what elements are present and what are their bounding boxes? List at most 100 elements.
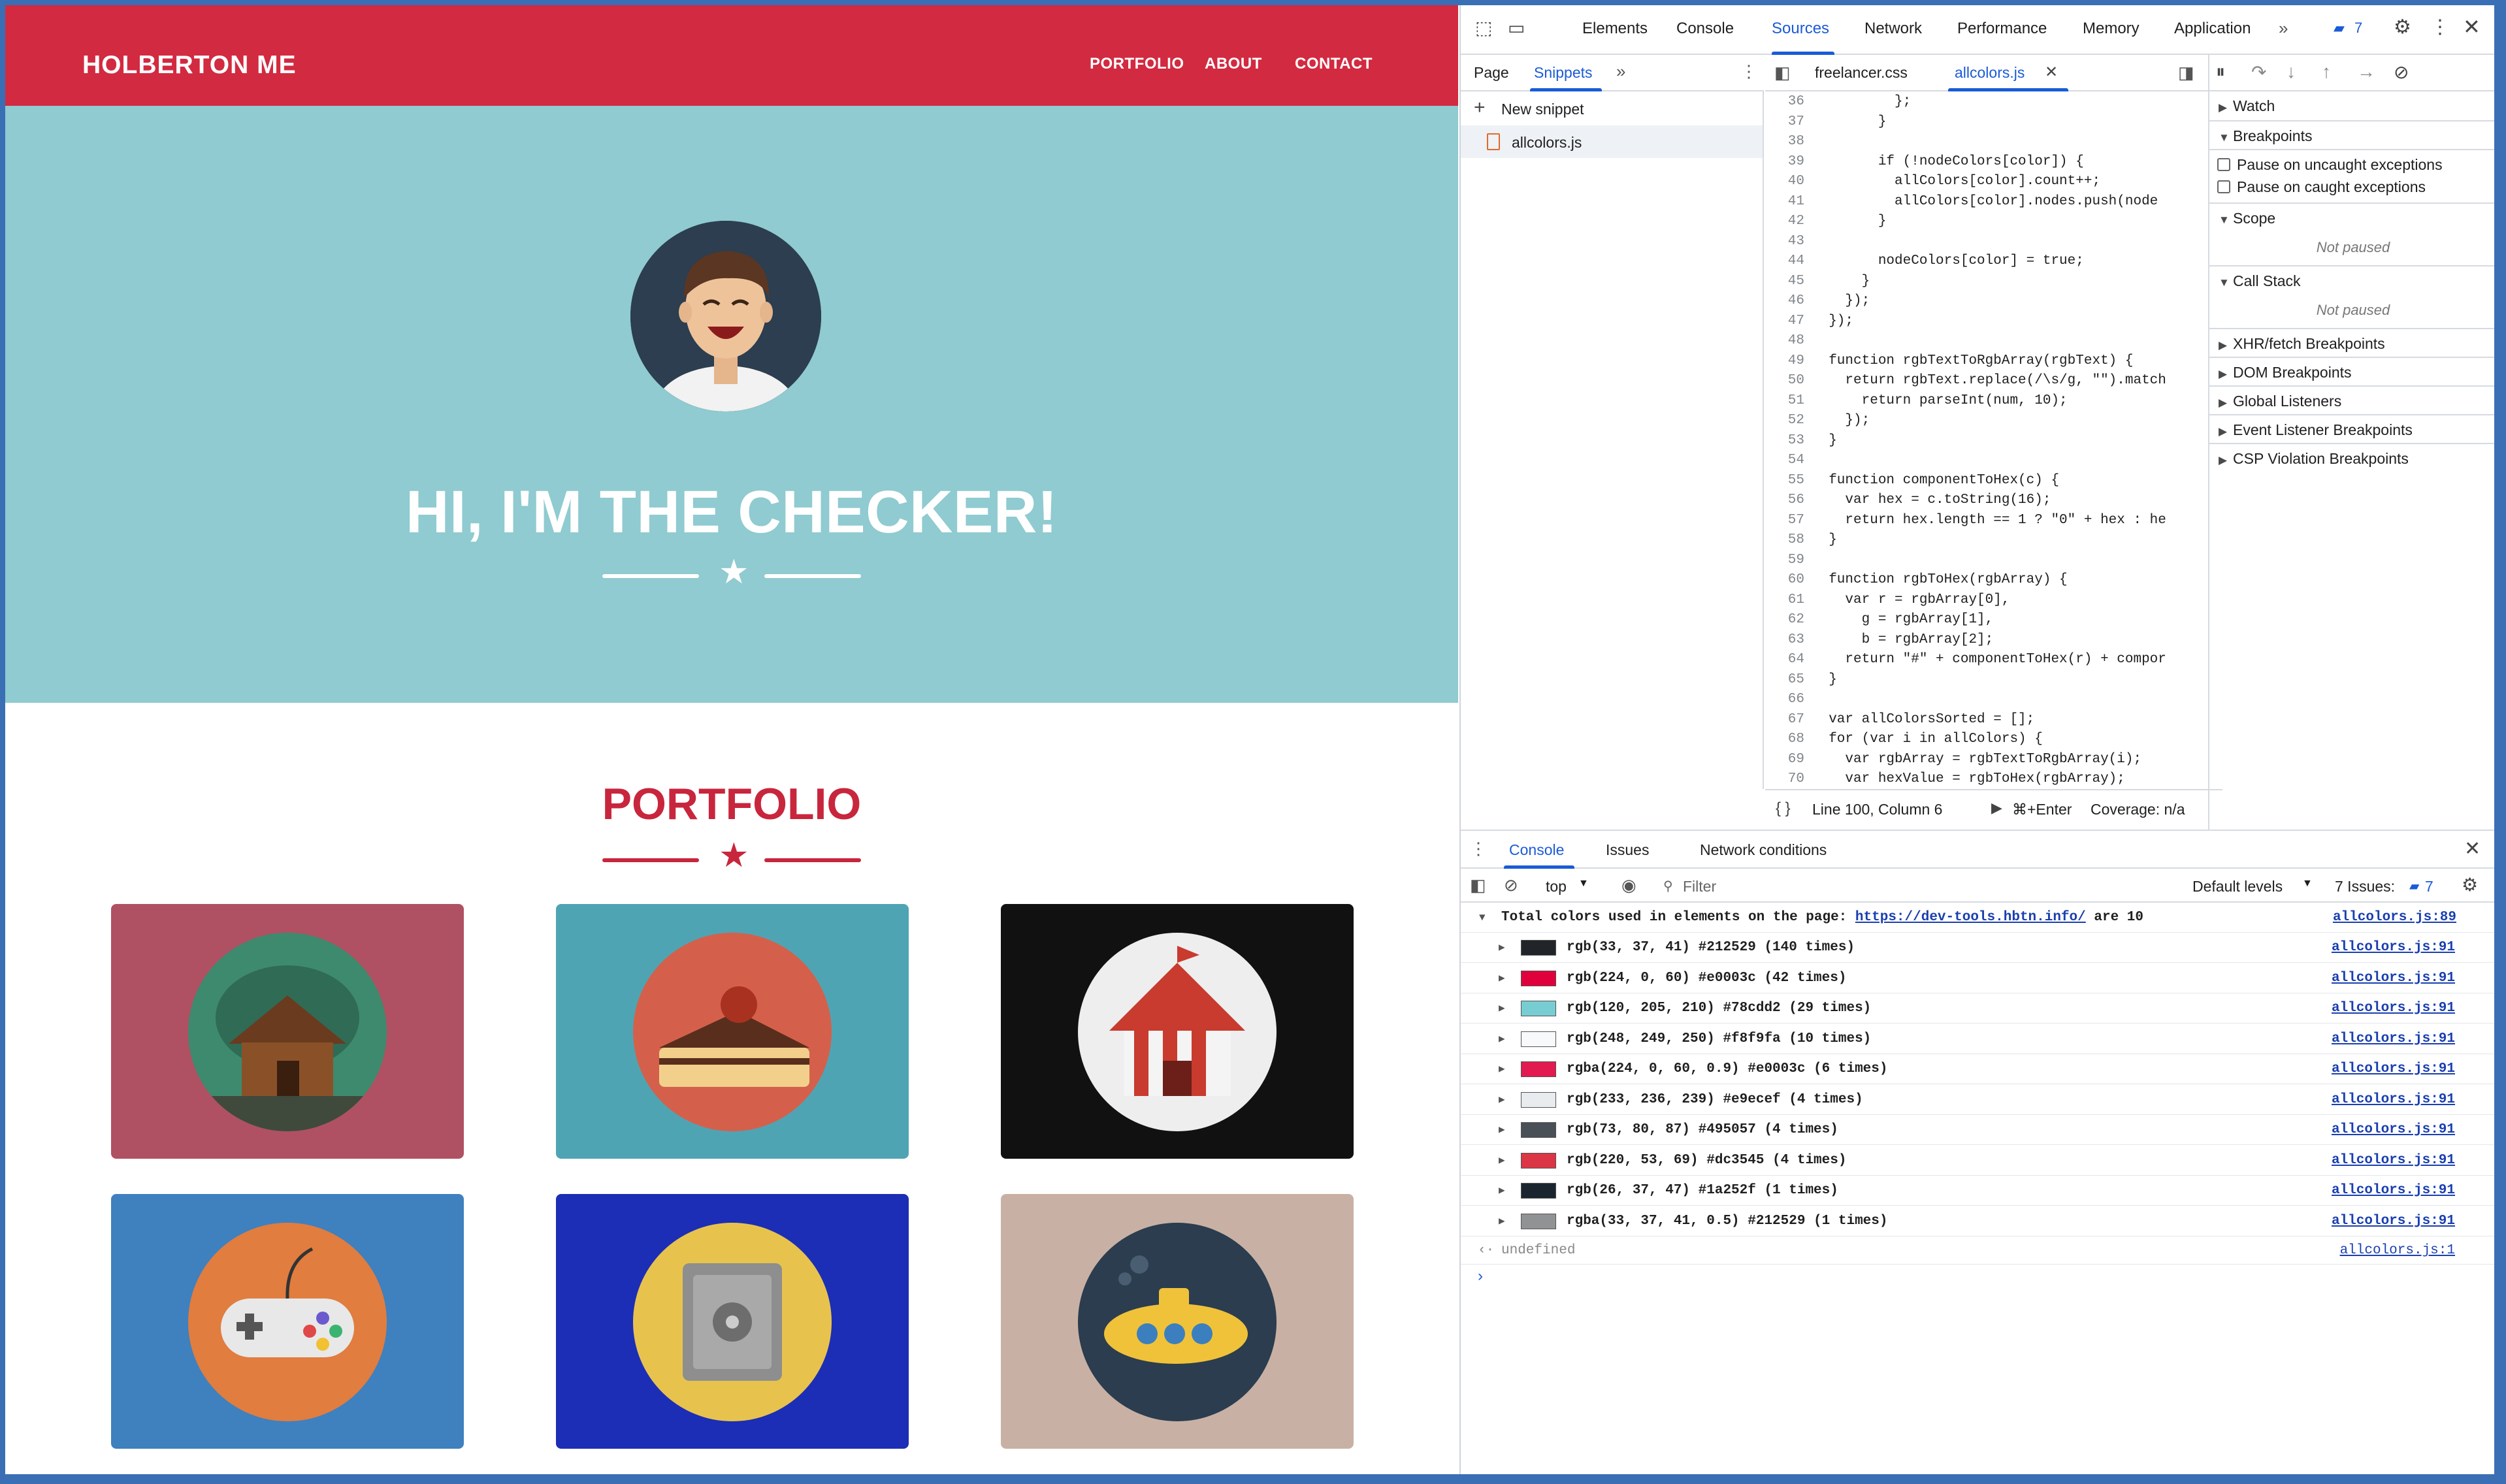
nav-about[interactable]: ABOUT [1205, 55, 1262, 73]
drawer-menu-icon[interactable]: ⋮ [1470, 839, 1487, 859]
line-number[interactable]: 36 [1765, 91, 1812, 112]
tab-network[interactable]: Network [1864, 20, 1922, 38]
portfolio-card-safe[interactable] [556, 1194, 909, 1449]
line-number[interactable]: 66 [1765, 689, 1812, 709]
issues-count-label[interactable]: 7 Issues: [2335, 878, 2395, 895]
pause-caught-option[interactable]: Pause on caught exceptions [2209, 172, 2494, 201]
code-line[interactable]: 68 for (var i in allColors) { [1765, 729, 2043, 749]
code-line[interactable]: 63 b = rgbArray[2]; [1765, 630, 1993, 650]
source-link[interactable]: allcolors.js:1 [2340, 1237, 2455, 1265]
console-color-row[interactable]: ▶ rgb(224, 0, 60) #e0003c (42 times) allco… [1461, 963, 2494, 993]
issues-icon[interactable]: ▰ [2334, 20, 2345, 37]
filter-input[interactable]: Filter [1683, 878, 1716, 895]
tab-application[interactable]: Application [2174, 20, 2251, 38]
drawer-tab-network-conditions[interactable]: Network conditions [1700, 841, 1827, 859]
code-line[interactable]: 56 var hex = c.toString(16); [1765, 490, 2051, 510]
expanded-triangle-icon[interactable]: ▼ [1479, 903, 1486, 933]
source-link[interactable]: allcolors.js:91 [2332, 1085, 2455, 1115]
step-out-icon[interactable]: ↑ [2322, 61, 2331, 82]
line-number[interactable]: 60 [1765, 570, 1812, 590]
issues-count[interactable]: 7 [2425, 878, 2433, 895]
collapsed-triangle-icon[interactable]: ▶ [1499, 1146, 1505, 1176]
code-line[interactable]: 57 return hex.length == 1 ? "0" + hex : … [1765, 510, 2166, 530]
nav-menu-icon[interactable]: ⋮ [1740, 61, 1757, 82]
collapsed-triangle-icon[interactable]: ▶ [1499, 1206, 1505, 1236]
code-line[interactable]: 44 nodeColors[color] = true; [1765, 251, 2084, 271]
code-line[interactable]: 58 } [1765, 530, 1837, 550]
new-snippet-button[interactable]: + New snippet [1461, 91, 1763, 125]
issues-badge-count[interactable]: 7 [2354, 20, 2362, 37]
code-line[interactable]: 42 } [1765, 211, 1887, 231]
chevron-down-icon[interactable]: ▼ [2302, 878, 2313, 890]
portfolio-card-game[interactable] [111, 1194, 464, 1449]
line-number[interactable]: 47 [1765, 311, 1812, 331]
source-link[interactable]: allcolors.js:91 [2332, 963, 2455, 993]
chevron-down-icon[interactable]: ▼ [1578, 878, 1589, 890]
collapsed-triangle-icon[interactable]: ▶ [1499, 1024, 1505, 1054]
nav-tab-page[interactable]: Page [1474, 64, 1509, 82]
brand-logo[interactable]: HOLBERTON ME [82, 51, 297, 80]
console-color-row[interactable]: ▶ rgb(33, 37, 41) #212529 (140 times) allc… [1461, 933, 2494, 963]
line-number[interactable]: 69 [1765, 749, 1812, 769]
more-nav-icon[interactable]: » [1616, 61, 1625, 82]
snippet-item[interactable]: allcolors.js [1461, 125, 1763, 158]
nav-tab-snippets[interactable]: Snippets [1534, 64, 1593, 82]
section-scope[interactable]: ▼ Scope [2209, 202, 2494, 231]
toggle-navigator-icon[interactable]: ◧ [1774, 63, 1791, 83]
line-number[interactable]: 50 [1765, 370, 1812, 391]
device-toolbar-icon[interactable]: ▭ [1508, 17, 1525, 39]
line-number[interactable]: 45 [1765, 271, 1812, 291]
code-line[interactable]: 40 allColors[color].count++; [1765, 171, 2100, 191]
editor-tab-freelancer[interactable]: freelancer.css [1815, 64, 1908, 82]
code-line[interactable]: 66 [1765, 689, 1812, 709]
console-color-row[interactable]: ▶ rgba(224, 0, 60, 0.9) #e0003c (6 times)… [1461, 1054, 2494, 1084]
line-number[interactable]: 65 [1765, 669, 1812, 690]
code-line[interactable]: 61 var r = rgbArray[0], [1765, 590, 2010, 610]
code-line[interactable]: 47 }); [1765, 311, 1853, 331]
code-line[interactable]: 60 function rgbToHex(rgbArray) { [1765, 570, 2068, 590]
checkbox[interactable] [2217, 157, 2230, 171]
console-prompt-icon[interactable]: › [1478, 1267, 1483, 1285]
line-number[interactable]: 59 [1765, 550, 1812, 570]
line-number[interactable]: 37 [1765, 112, 1812, 132]
code-line[interactable]: 39 if (!nodeColors[color]) { [1765, 152, 2084, 172]
section-xhr-breakpoints[interactable]: ▶ XHR/fetch Breakpoints [2209, 328, 2494, 357]
nav-portfolio[interactable]: PORTFOLIO [1090, 55, 1184, 73]
run-snippet-icon[interactable]: ▶ [1991, 799, 2002, 816]
source-link[interactable]: allcolors.js:91 [2332, 1146, 2455, 1176]
log-levels-dropdown[interactable]: Default levels [2192, 878, 2283, 895]
toggle-debugger-icon[interactable]: ◨ [2178, 63, 2194, 83]
line-number[interactable]: 70 [1765, 769, 1812, 789]
code-line[interactable]: 49 function rgbTextToRgbArray(rgbText) { [1765, 351, 2134, 371]
step-into-icon[interactable]: ↓ [2286, 61, 2296, 82]
more-options-icon[interactable]: ⋮ [2430, 16, 2450, 39]
line-number[interactable]: 56 [1765, 490, 1812, 510]
source-link[interactable]: allcolors.js:91 [2332, 1206, 2455, 1236]
nav-contact[interactable]: CONTACT [1295, 55, 1373, 73]
code-line[interactable]: 54 [1765, 450, 1812, 470]
line-number[interactable]: 67 [1765, 709, 1812, 730]
code-editor[interactable]: 36 }; 37 } 38 39 if (!nodeColors[color]) {4… [1765, 91, 2208, 789]
tab-console[interactable]: Console [1676, 20, 1734, 38]
source-link[interactable]: allcolors.js:91 [2332, 993, 2455, 1024]
code-line[interactable]: 43 [1765, 231, 1812, 251]
line-number[interactable]: 40 [1765, 171, 1812, 191]
context-selector[interactable]: top [1546, 878, 1567, 895]
step-icon[interactable]: → [2357, 61, 2375, 82]
source-link[interactable]: allcolors.js:91 [2332, 1176, 2455, 1206]
source-link[interactable]: allcolors.js:91 [2332, 1024, 2455, 1054]
source-link[interactable]: allcolors.js:91 [2332, 933, 2455, 963]
tab-sources[interactable]: Sources [1772, 20, 1829, 38]
collapsed-triangle-icon[interactable]: ▶ [1499, 1054, 1505, 1084]
code-line[interactable]: 62 g = rgbArray[1], [1765, 609, 1993, 630]
code-line[interactable]: 37 } [1765, 112, 1887, 132]
sidebar-toggle-icon[interactable]: ◧ [1470, 875, 1486, 895]
console-color-row[interactable]: ▶ rgba(33, 37, 41, 0.5) #212529 (1 times)… [1461, 1206, 2494, 1236]
code-line[interactable]: 46 }); [1765, 291, 1870, 311]
portfolio-card-cabin[interactable] [111, 904, 464, 1159]
collapsed-triangle-icon[interactable]: ▶ [1499, 993, 1505, 1024]
tab-elements[interactable]: Elements [1582, 20, 1648, 38]
code-line[interactable]: 51 return parseInt(num, 10); [1765, 391, 2068, 411]
code-line[interactable]: 38 [1765, 131, 1812, 152]
deactivate-breakpoints-icon[interactable]: ⊘ [2394, 61, 2409, 83]
